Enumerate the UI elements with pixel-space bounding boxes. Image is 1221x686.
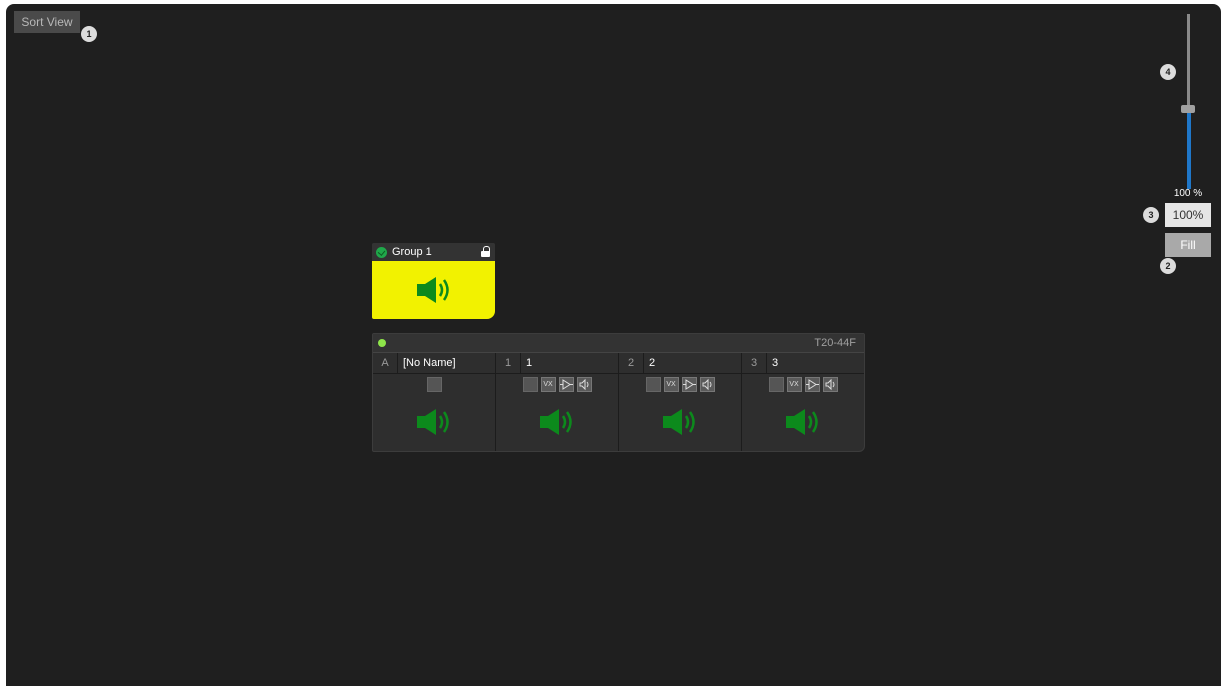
zoom-slider-fill[interactable] (1187, 112, 1191, 189)
amplifier-icon[interactable] (558, 376, 574, 392)
vx-button[interactable]: VX (540, 376, 556, 392)
lock-icon[interactable] (481, 246, 490, 257)
vx-button[interactable]: VX (786, 376, 802, 392)
channel-name: 2 (649, 357, 656, 369)
channel-list: A [No Name] 1 1 VX 2 2 VX 3 3 VX (373, 353, 864, 451)
zoom-level-readout: 100 % (1173, 188, 1203, 199)
channel-checkbox[interactable] (768, 376, 784, 392)
callout-badge-4: 4 (1160, 64, 1176, 80)
zoom-fill-button[interactable]: Fill (1165, 233, 1211, 257)
channel-index: 1 (496, 353, 521, 373)
channel-3[interactable]: 3 3 VX (742, 353, 864, 451)
vx-button[interactable]: VX (663, 376, 679, 392)
speaker-small-icon[interactable] (576, 376, 592, 392)
channel-name: [No Name] (403, 357, 456, 369)
speaker-icon[interactable] (783, 406, 823, 438)
callout-badge-2: 2 (1160, 258, 1176, 274)
speaker-icon[interactable] (660, 406, 700, 438)
zoom-slider-thumb[interactable] (1181, 105, 1195, 113)
group-card[interactable]: Group 1 (372, 243, 495, 319)
group-name: Group 1 (392, 246, 432, 258)
device-panel[interactable]: T20-44F A [No Name] 1 1 VX 2 2 VX 3 3 VX (372, 333, 865, 452)
amplifier-icon[interactable] (681, 376, 697, 392)
zoom-100-button[interactable]: 100% (1165, 203, 1211, 227)
amplifier-icon[interactable] (804, 376, 820, 392)
group-body[interactable] (372, 261, 495, 319)
speaker-icon[interactable] (537, 406, 577, 438)
callout-badge-1: 1 (81, 26, 97, 42)
channel-2[interactable]: 2 2 VX (619, 353, 742, 451)
group-header: Group 1 (372, 243, 495, 261)
speaker-small-icon[interactable] (822, 376, 838, 392)
speaker-icon[interactable] (414, 406, 454, 438)
channel-index: 2 (619, 353, 644, 373)
device-header: T20-44F (373, 334, 864, 353)
channel-checkbox[interactable] (522, 376, 538, 392)
device-model-label: T20-44F (814, 337, 856, 349)
speaker-icon (416, 277, 449, 303)
check-icon (376, 246, 387, 258)
channel-1[interactable]: 1 1 VX (496, 353, 619, 451)
canvas-area: Sort View 1 4 100 % 3 100% Fill 2 Group … (6, 4, 1221, 686)
callout-badge-3: 3 (1143, 207, 1159, 223)
channel-checkbox[interactable] (645, 376, 661, 392)
channel-name: 3 (772, 357, 779, 369)
zoom-slider-track[interactable] (1187, 14, 1190, 109)
channel-index: A (373, 353, 398, 373)
channel-checkbox[interactable] (426, 376, 442, 392)
channel-index: 3 (742, 353, 767, 373)
status-indicator (378, 339, 386, 347)
sort-view-button[interactable]: Sort View (14, 11, 80, 33)
speaker-small-icon[interactable] (699, 376, 715, 392)
channel-a[interactable]: A [No Name] (373, 353, 496, 451)
channel-name: 1 (526, 357, 533, 369)
